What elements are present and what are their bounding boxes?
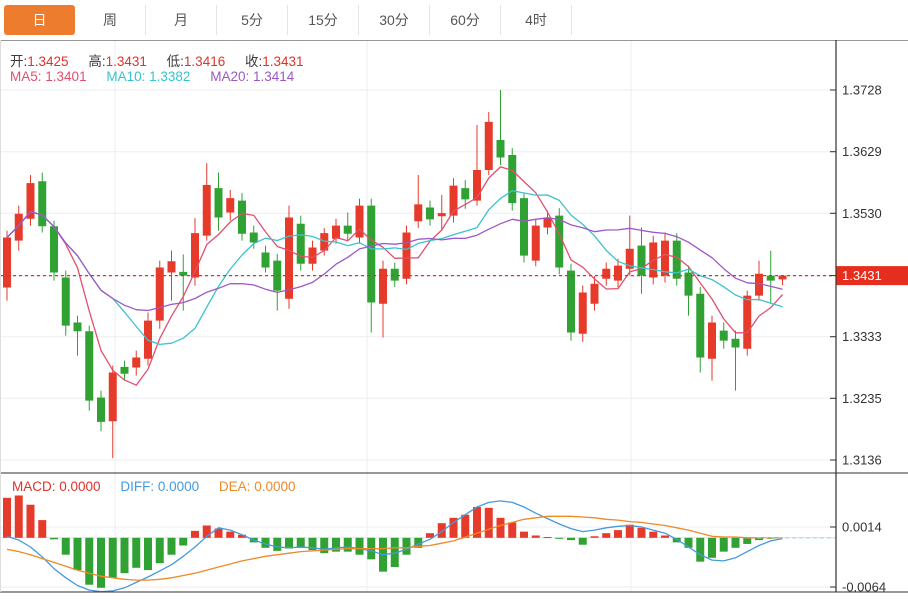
macd-readout: MACD: 0.0000 bbox=[12, 479, 101, 494]
svg-text:0.0014: 0.0014 bbox=[842, 520, 882, 535]
ma-legend: MA5: 1.3401 MA10: 1.3382 MA20: 1.3414 bbox=[10, 69, 310, 84]
svg-text:1.3136: 1.3136 bbox=[842, 453, 882, 468]
timeframe-tab-5[interactable]: 30分 bbox=[359, 5, 430, 35]
svg-text:1.3629: 1.3629 bbox=[842, 144, 882, 159]
axis-layer: 1.3728 1.3629 1.3530 1.3333 1.3235 1.3136 0.00… bbox=[830, 83, 886, 595]
svg-text:1.3235: 1.3235 bbox=[842, 391, 882, 406]
current-price-tag: 1.3431 bbox=[837, 266, 908, 285]
svg-text:1.3431: 1.3431 bbox=[842, 268, 882, 283]
macd-layer bbox=[3, 495, 836, 591]
ma10-readout: MA10: 1.3382 bbox=[106, 69, 190, 84]
svg-text:1.3530: 1.3530 bbox=[842, 206, 882, 221]
dea-readout: DEA: 0.0000 bbox=[219, 479, 296, 494]
candles-layer bbox=[3, 90, 787, 458]
ma20-readout: MA20: 1.3414 bbox=[210, 69, 294, 84]
timeframe-tab-3[interactable]: 5分 bbox=[217, 5, 288, 35]
svg-text:1.3728: 1.3728 bbox=[842, 83, 882, 98]
chart-canvas[interactable]: 1.3728 1.3629 1.3530 1.3333 1.3235 1.3136 0.00… bbox=[0, 0, 908, 605]
timeframe-tab-0[interactable]: 日 bbox=[4, 5, 75, 35]
timeframe-tab-bar: 日周月5分15分30分60分4时 bbox=[0, 0, 908, 40]
low-readout: 低:1.3416 bbox=[167, 54, 226, 69]
svg-text:1.3333: 1.3333 bbox=[842, 329, 882, 344]
grid-layer bbox=[1, 41, 836, 591]
timeframe-tab-4[interactable]: 15分 bbox=[288, 5, 359, 35]
high-readout: 高:1.3431 bbox=[88, 54, 147, 69]
timeframe-tab-1[interactable]: 周 bbox=[75, 5, 146, 35]
frame-layer bbox=[0, 40, 908, 592]
diff-readout: DIFF: 0.0000 bbox=[120, 479, 199, 494]
ohlc-legend: 开:1.3425 高:1.3431 低:1.3416 收:1.3431 bbox=[10, 50, 320, 70]
open-readout: 开:1.3425 bbox=[10, 54, 69, 69]
timeframe-tab-2[interactable]: 月 bbox=[146, 5, 217, 35]
timeframe-tab-7[interactable]: 4时 bbox=[501, 5, 572, 35]
macd-legend: MACD: 0.0000 DIFF: 0.0000 DEA: 0.0000 bbox=[12, 479, 311, 494]
timeframe-tab-6[interactable]: 60分 bbox=[430, 5, 501, 35]
kline-chart-window: 日周月5分15分30分60分4时 1.3728 1.3629 1.3530 1.333… bbox=[0, 0, 908, 605]
ma5-readout: MA5: 1.3401 bbox=[10, 69, 87, 84]
close-readout: 收:1.3431 bbox=[245, 54, 304, 69]
